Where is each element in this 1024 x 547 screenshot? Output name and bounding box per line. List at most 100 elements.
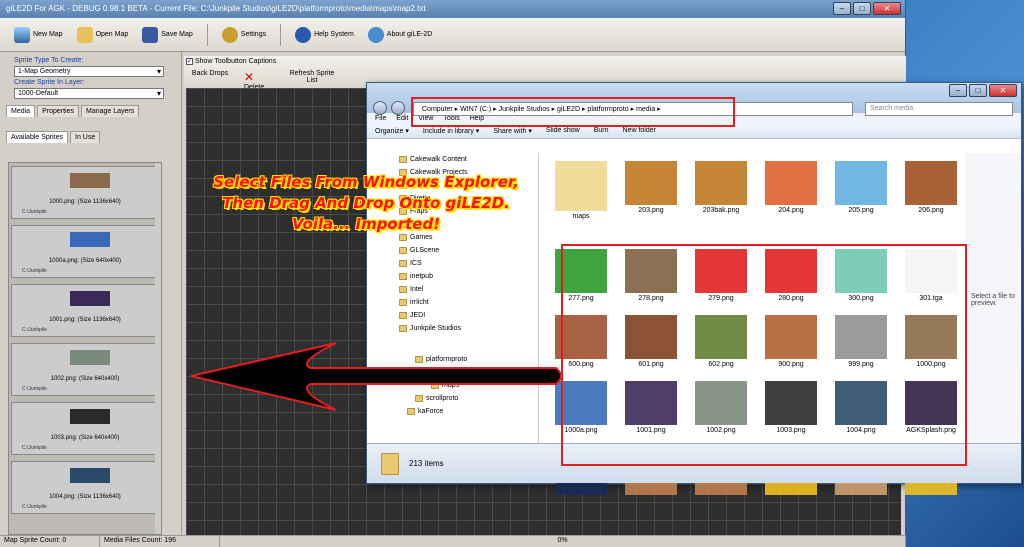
explorer-maximize-button[interactable]: □ (969, 84, 987, 97)
file-thumbnail (905, 161, 957, 205)
sprite-thumbnail (70, 350, 110, 365)
progress-percent: 0% (220, 536, 906, 547)
status-bar: Map Sprite Count: 0 Media Files Count: 1… (0, 535, 906, 547)
annotation-text: Select Files From Windows Explorer, Then… (186, 172, 546, 235)
menu-item[interactable]: File (375, 115, 386, 123)
new-map-icon (14, 26, 30, 43)
file-item[interactable]: 203.png (621, 161, 681, 225)
sprite-path: C:\Junkpile (22, 386, 47, 392)
file-item[interactable]: 204.png (761, 161, 821, 225)
command-button[interactable]: Slide show (546, 127, 580, 136)
sprite-name: 1000.png: (Size 1136x640) (49, 199, 121, 205)
file-thumbnail (555, 161, 607, 211)
file-item[interactable]: 203bak.png (691, 161, 751, 225)
explorer-window-controls: – □ ✕ (949, 84, 1017, 97)
save-icon (142, 26, 159, 43)
sprite-type-label: Sprite Type To Create: (14, 57, 84, 64)
file-name: maps (572, 213, 590, 220)
command-button[interactable]: Organize ▾ (375, 127, 409, 136)
command-button[interactable]: Include in library ▾ (423, 127, 479, 136)
settings-icon (221, 26, 238, 43)
folder-icon (399, 286, 407, 293)
sprite-item[interactable]: 1000a.png: (Size 640x400) C:\Junkpile (11, 225, 159, 278)
sprite-type-select[interactable]: 1-Map Geometry (14, 66, 164, 77)
sprite-path: C:\Junkpile (22, 445, 47, 451)
file-name: 206.png (918, 207, 944, 214)
menu-item[interactable]: Edit (396, 115, 408, 123)
explorer-close-button[interactable]: ✕ (989, 84, 1017, 97)
folder-item[interactable]: inetpub (367, 270, 538, 283)
file-item[interactable]: 206.png (901, 161, 961, 225)
tab-manage-layers[interactable]: Manage Layers (80, 105, 140, 117)
folder-item[interactable]: ICS (367, 257, 538, 270)
back-button[interactable] (373, 101, 387, 115)
file-item[interactable]: maps (551, 161, 611, 225)
file-name: 205.png (848, 207, 874, 214)
sprite-thumbnail (70, 232, 110, 247)
new-map-button[interactable]: New Map (10, 24, 67, 46)
tab-properties[interactable]: Properties (37, 105, 79, 117)
map-sprite-count: Map Sprite Count: 0 (0, 536, 100, 547)
folder-item[interactable]: Junkpile Studios (367, 322, 538, 335)
maximize-button[interactable]: □ (853, 2, 871, 15)
sprite-path: C:\Junkpile (22, 327, 47, 333)
forward-button[interactable] (391, 101, 405, 115)
folder-item[interactable]: JEDI (367, 309, 538, 322)
about-button[interactable]: About giLE-2D (364, 24, 437, 46)
item-count: 213 items (409, 459, 444, 468)
folder-icon (76, 26, 93, 43)
sprite-path: C:\Junkpile (22, 268, 47, 274)
tab-media[interactable]: Media (6, 105, 36, 117)
sprite-item[interactable]: 1000.png: (Size 1136x640) C:\Junkpile (11, 166, 159, 219)
folder-item[interactable]: GLScene (367, 244, 538, 257)
show-captions-checkbox[interactable]: ✓ Show Toolbutton Captions (186, 58, 276, 65)
folder-icon (399, 299, 407, 306)
sprite-name: 1000a.png: (Size 640x400) (48, 258, 122, 264)
help-system-button[interactable]: Help System (291, 24, 358, 46)
preview-pane: Select a file to preview. (965, 153, 1021, 443)
layer-select[interactable]: 1000-Default (14, 88, 164, 99)
file-name: 204.png (778, 207, 804, 214)
folder-icon (399, 234, 407, 241)
explorer-command-bar: Organize ▾ Include in library ▾ Share with… (367, 125, 1021, 139)
command-button[interactable]: Share with ▾ (493, 127, 532, 136)
explorer-minimize-button[interactable]: – (949, 84, 967, 97)
folder-icon (399, 260, 407, 267)
folder-icon (399, 247, 407, 254)
sprite-item[interactable]: 1003.png: (Size 640x400) C:\Junkpile (11, 402, 159, 455)
address-highlight-box (411, 97, 735, 127)
tab-in-use[interactable]: In Use (70, 131, 101, 143)
main-toolbar: New Map Open Map Save Map Settings Help … (0, 18, 905, 52)
toolbar-separator (206, 23, 208, 46)
folder-item[interactable]: Cakewalk Content (367, 153, 538, 166)
drag-arrow (190, 342, 562, 411)
settings-button[interactable]: Settings (218, 24, 270, 46)
window-controls: – □ ✕ (833, 2, 901, 15)
open-map-button[interactable]: Open Map (73, 24, 133, 46)
sprite-item[interactable]: 1004.png: (Size 1136x640) C:\Junkpile (11, 461, 159, 514)
file-thumbnail (765, 161, 817, 205)
sprite-subtabs: Available Sprites In Use (6, 131, 175, 143)
sprite-thumbnail (70, 291, 110, 306)
sprite-name: 1004.png: (Size 1136x640) (49, 494, 121, 500)
arrow-shape (190, 342, 562, 411)
folder-item[interactable]: Intel (367, 283, 538, 296)
folder-item[interactable]: irrlicht (367, 296, 538, 309)
folder-icon (399, 273, 407, 280)
close-button[interactable]: ✕ (873, 2, 901, 15)
search-input[interactable]: Search media (865, 102, 1013, 116)
left-panel: Sprite Type To Create: 1-Map Geometry Cr… (0, 52, 182, 535)
folder-icon (399, 156, 407, 163)
file-item[interactable]: 205.png (831, 161, 891, 225)
minimize-button[interactable]: – (833, 2, 851, 15)
sprite-name: 1001.png: (Size 1136x640) (49, 317, 121, 323)
sprite-item[interactable]: 1002.png: (Size 640x400) C:\Junkpile (11, 343, 159, 396)
tab-available-sprites[interactable]: Available Sprites (6, 131, 69, 143)
command-button[interactable]: New folder (623, 127, 656, 136)
save-map-button[interactable]: Save Map (138, 24, 197, 46)
sprite-list-scrollbar[interactable] (155, 163, 161, 534)
sprite-item[interactable]: 1001.png: (Size 1136x640) C:\Junkpile (11, 284, 159, 337)
sprite-list[interactable]: 1000.png: (Size 1136x640) C:\Junkpile 1000… (8, 162, 162, 535)
file-thumbnail (625, 161, 677, 205)
command-button[interactable]: Burn (594, 127, 609, 136)
